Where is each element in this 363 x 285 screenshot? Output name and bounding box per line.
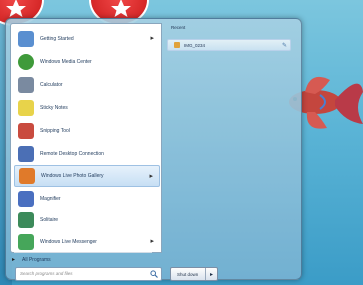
sticky-notes-icon [18, 100, 34, 116]
program-item-media-center[interactable]: Windows Media Center [14, 51, 160, 73]
submenu-arrow-icon[interactable]: ▸ [150, 34, 154, 42]
program-label: Calculator [40, 82, 63, 88]
program-item-solitaire[interactable]: Solitaire [14, 209, 160, 231]
program-item-messenger[interactable]: Windows Live Messenger ▸ [14, 231, 160, 253]
all-programs-button[interactable]: ▸ All Programs [12, 256, 51, 264]
magnifier-icon [18, 191, 34, 207]
recent-heading: Recent [171, 25, 186, 30]
program-label: Windows Live Photo Gallery [41, 173, 104, 179]
program-item-snipping-tool[interactable]: Snipping Tool [14, 120, 160, 142]
programs-pane: Getting Started ▸ Windows Media Center C… [10, 23, 162, 253]
messenger-icon [18, 234, 34, 250]
separator [14, 252, 152, 253]
shutdown-label: Shut down [177, 271, 199, 277]
star-icon [6, 0, 26, 17]
image-file-icon [174, 42, 180, 48]
shutdown-button[interactable]: Shut down ▸ [170, 267, 218, 281]
star-icon [111, 0, 131, 17]
recent-item[interactable]: IMG_0234 ✎ [167, 39, 291, 51]
all-programs-label: All Programs [22, 256, 51, 263]
start-menu: Getting Started ▸ Windows Media Center C… [5, 18, 302, 281]
pin-icon[interactable]: ✎ [282, 42, 287, 49]
program-label: Remote Desktop Connection [40, 151, 104, 157]
getting-started-icon [18, 31, 34, 47]
program-label: Windows Media Center [40, 59, 92, 65]
program-item-getting-started[interactable]: Getting Started ▸ [14, 28, 160, 50]
remote-desktop-icon [18, 146, 34, 162]
program-label: Getting Started [40, 36, 74, 42]
recent-pane: Recent IMG_0234 ✎ [165, 23, 295, 253]
triangle-right-icon: ▸ [12, 257, 16, 263]
search-input[interactable]: Search programs and files [15, 267, 162, 281]
program-item-sticky-notes[interactable]: Sticky Notes [14, 97, 160, 119]
scissors-icon [18, 123, 34, 139]
photo-gallery-icon [19, 168, 35, 184]
calculator-icon [18, 77, 34, 93]
submenu-arrow-icon[interactable]: ▸ [149, 172, 153, 180]
program-label: Solitaire [40, 217, 59, 223]
program-label: Magnifier [40, 196, 61, 202]
program-label: Sticky Notes [40, 105, 68, 111]
program-item-remote-desktop[interactable]: Remote Desktop Connection [14, 143, 160, 165]
solitaire-icon [18, 212, 34, 228]
media-center-icon [18, 54, 34, 70]
program-item-photo-gallery[interactable]: Windows Live Photo Gallery ▸ [14, 165, 160, 187]
recent-item-label: IMG_0234 [184, 42, 206, 48]
search-icon[interactable] [150, 270, 158, 278]
shutdown-options-arrow-icon[interactable]: ▸ [205, 268, 217, 280]
submenu-arrow-icon[interactable]: ▸ [150, 237, 154, 245]
program-label: Windows Live Messenger [40, 239, 97, 245]
program-item-calculator[interactable]: Calculator [14, 74, 160, 96]
program-item-magnifier[interactable]: Magnifier [14, 188, 160, 210]
program-label: Snipping Tool [40, 128, 70, 134]
search-placeholder: Search programs and files [20, 271, 73, 276]
